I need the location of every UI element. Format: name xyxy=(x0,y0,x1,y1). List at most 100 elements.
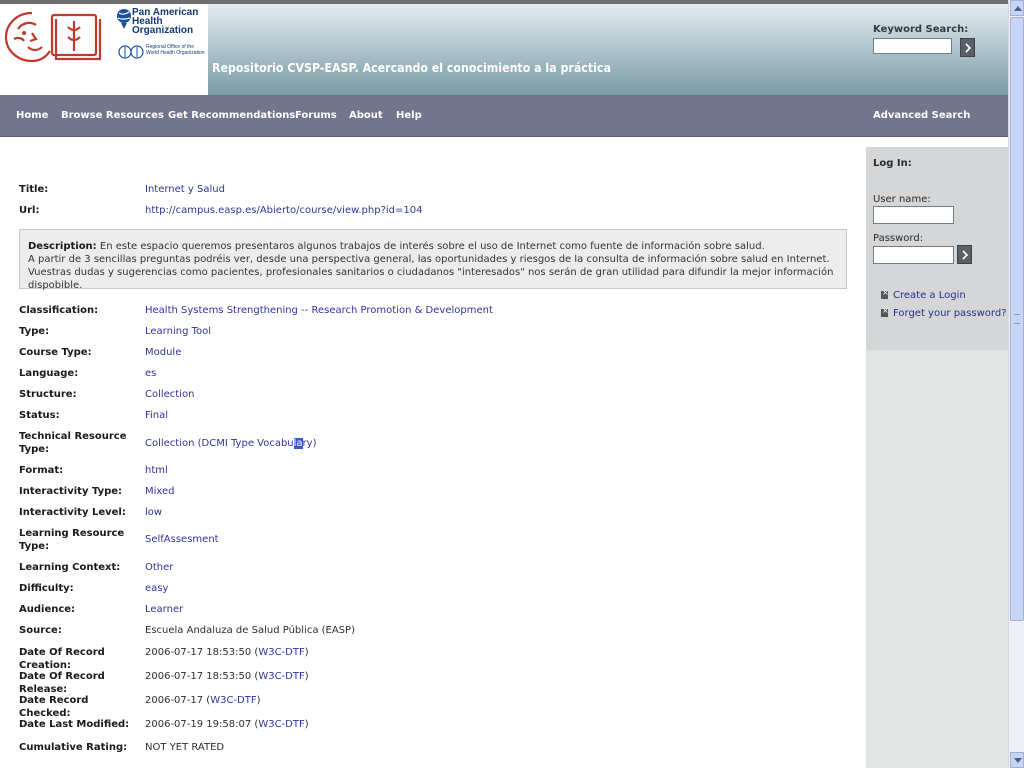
type-link[interactable]: Learning Tool xyxy=(145,325,211,338)
nav-advanced-search[interactable]: Advanced Search xyxy=(873,110,970,121)
paho-logo: Pan American Health Organization Regiona… xyxy=(116,6,208,66)
field-label: Interactivity Type: xyxy=(19,486,123,497)
description-label: Description: xyxy=(28,241,97,252)
date-text: 2006-07-17 18:53:50 xyxy=(145,647,252,658)
site-header: Pan American Health Organization Regiona… xyxy=(0,4,1008,95)
nav-home[interactable]: Home xyxy=(16,110,48,121)
w3c-dtf-link[interactable]: W3C-DTF xyxy=(210,695,256,706)
date-value: 2006-07-19 19:58:07 (W3C-DTF) xyxy=(145,719,309,730)
description-box: Description: En este espacio queremos pr… xyxy=(19,229,847,291)
field-label: Cumulative Rating: xyxy=(19,742,128,753)
org-name: Pan American Health Organization xyxy=(132,7,199,36)
qualifier-text: ry) xyxy=(302,438,317,449)
arrow-up-icon xyxy=(1014,6,1022,11)
dcmi-vocabulary-link[interactable]: (DCMI Type Vocabulary) xyxy=(197,438,317,449)
field-label: Learning Context: xyxy=(19,562,121,573)
learning-resource-type-link[interactable]: SelfAssesment xyxy=(145,533,219,546)
password-input[interactable] xyxy=(873,246,954,264)
field-label: Audience: xyxy=(19,604,76,615)
interactivity-level-link[interactable]: low xyxy=(145,506,162,519)
w3c-dtf-link[interactable]: W3C-DTF xyxy=(258,671,304,682)
field-label: Url: xyxy=(19,205,40,216)
title-value: Internet y Salud xyxy=(145,184,225,195)
difficulty-link[interactable]: easy xyxy=(145,582,168,595)
label-line: Learning Resource xyxy=(19,528,125,539)
language-link[interactable]: es xyxy=(145,367,156,380)
arrow-right-icon xyxy=(962,250,969,260)
date-value: 2006-07-17 18:53:50 (W3C-DTF) xyxy=(145,671,309,682)
url-link[interactable]: http://campus.easp.es/Abierto/course/vie… xyxy=(145,204,422,217)
label-line: Technical Resource xyxy=(19,431,127,442)
forgot-password-link[interactable]: Forget your password? xyxy=(881,306,1007,319)
field-label: Source: xyxy=(19,625,62,636)
w3c-dtf-link[interactable]: W3C-DTF xyxy=(258,647,304,658)
keyword-search-input[interactable] xyxy=(873,38,952,54)
create-login-link[interactable]: Create a Login xyxy=(881,288,966,301)
main-nav: Home Browse Resources Get Recommendation… xyxy=(0,95,1008,137)
technical-resource-type-link[interactable]: Collection xyxy=(145,438,194,449)
course-type-link[interactable]: Module xyxy=(145,346,181,359)
field-label: Title: xyxy=(19,184,49,195)
field-label: Format: xyxy=(19,465,64,476)
keyword-search-button[interactable] xyxy=(960,38,975,57)
keyword-search-label: Keyword Search: xyxy=(873,24,969,35)
username-input[interactable] xyxy=(873,206,954,224)
date-value: 2006-07-17 (W3C-DTF) xyxy=(145,695,261,706)
nav-get-recommendations[interactable]: Get Recommendations xyxy=(168,110,295,121)
nav-help[interactable]: Help xyxy=(396,110,422,121)
date-text: 2006-07-17 18:53:50 xyxy=(145,671,252,682)
format-link[interactable]: html xyxy=(145,464,168,477)
label-line: Type: xyxy=(19,444,50,455)
create-login-label: Create a Login xyxy=(893,290,966,301)
bullet-icon xyxy=(881,306,889,317)
technical-resource-type-value: Collection (DCMI Type Vocabulary) xyxy=(145,437,316,450)
date-text: 2006-07-17 xyxy=(145,695,204,706)
who-emblem-icon xyxy=(118,45,144,59)
field-label: Technical Resource Type: xyxy=(19,430,143,456)
text-selection: la xyxy=(293,438,303,449)
field-label: Difficulty: xyxy=(19,583,74,594)
field-label: Date Record Checked: xyxy=(19,695,89,719)
login-button[interactable] xyxy=(957,245,972,264)
w3c-dtf-link[interactable]: W3C-DTF xyxy=(258,719,304,730)
sidebar-panel: Log In: User name: Password: Create a Lo… xyxy=(866,147,1008,768)
field-label: Type: xyxy=(19,326,50,337)
field-label: Interactivity Level: xyxy=(19,507,126,518)
date-text: 2006-07-19 19:58:07 xyxy=(145,719,252,730)
audience-link[interactable]: Learner xyxy=(145,603,183,616)
label-line: Type: xyxy=(19,541,50,552)
vertical-scrollbar[interactable] xyxy=(1008,0,1024,768)
nav-forums[interactable]: Forums xyxy=(295,110,337,121)
forgot-password-label: Forget your password? xyxy=(893,308,1007,319)
qualifier-text: (DCMI Type Vocabu xyxy=(197,438,294,449)
cvsp-logo-icon xyxy=(4,11,102,63)
structure-link[interactable]: Collection xyxy=(145,388,194,401)
description-line-2: A partir de 3 sencillas preguntas podréi… xyxy=(28,254,830,265)
arrow-down-icon xyxy=(1014,758,1022,763)
status-link[interactable]: Final xyxy=(145,409,168,422)
arrow-right-icon xyxy=(965,43,972,53)
bullet-icon xyxy=(881,288,889,299)
scroll-down-button[interactable] xyxy=(1010,752,1024,768)
classification-link[interactable]: Health Systems Strengthening -- Research… xyxy=(145,304,493,317)
field-label: Learning Resource Type: xyxy=(19,527,143,553)
login-heading: Log In: xyxy=(873,158,912,169)
who-caption: Regional Office of the World Health Orga… xyxy=(146,44,205,56)
field-label: Structure: xyxy=(19,389,77,400)
nav-browse-resources[interactable]: Browse Resources xyxy=(61,110,164,121)
field-label: Course Type: xyxy=(19,347,92,358)
learning-context-link[interactable]: Other xyxy=(145,561,173,574)
field-label: Date Last Modified: xyxy=(19,719,130,730)
field-label: Date Of Record Creation: xyxy=(19,647,105,671)
interactivity-type-link[interactable]: Mixed xyxy=(145,485,175,498)
logo-area: Pan American Health Organization Regiona… xyxy=(0,4,208,95)
password-label: Password: xyxy=(873,233,924,244)
scroll-thumb[interactable] xyxy=(1010,17,1024,621)
source-value: Escuela Andaluza de Salud Pública (EASP) xyxy=(145,625,355,636)
username-label: User name: xyxy=(873,194,931,205)
nav-about[interactable]: About xyxy=(349,110,383,121)
globe-icon xyxy=(117,9,131,29)
field-label: Date Of Record Release: xyxy=(19,671,105,695)
scroll-up-button[interactable] xyxy=(1010,0,1024,16)
description-line-3: Vuestras dudas y sugerencias como pacien… xyxy=(28,267,834,291)
